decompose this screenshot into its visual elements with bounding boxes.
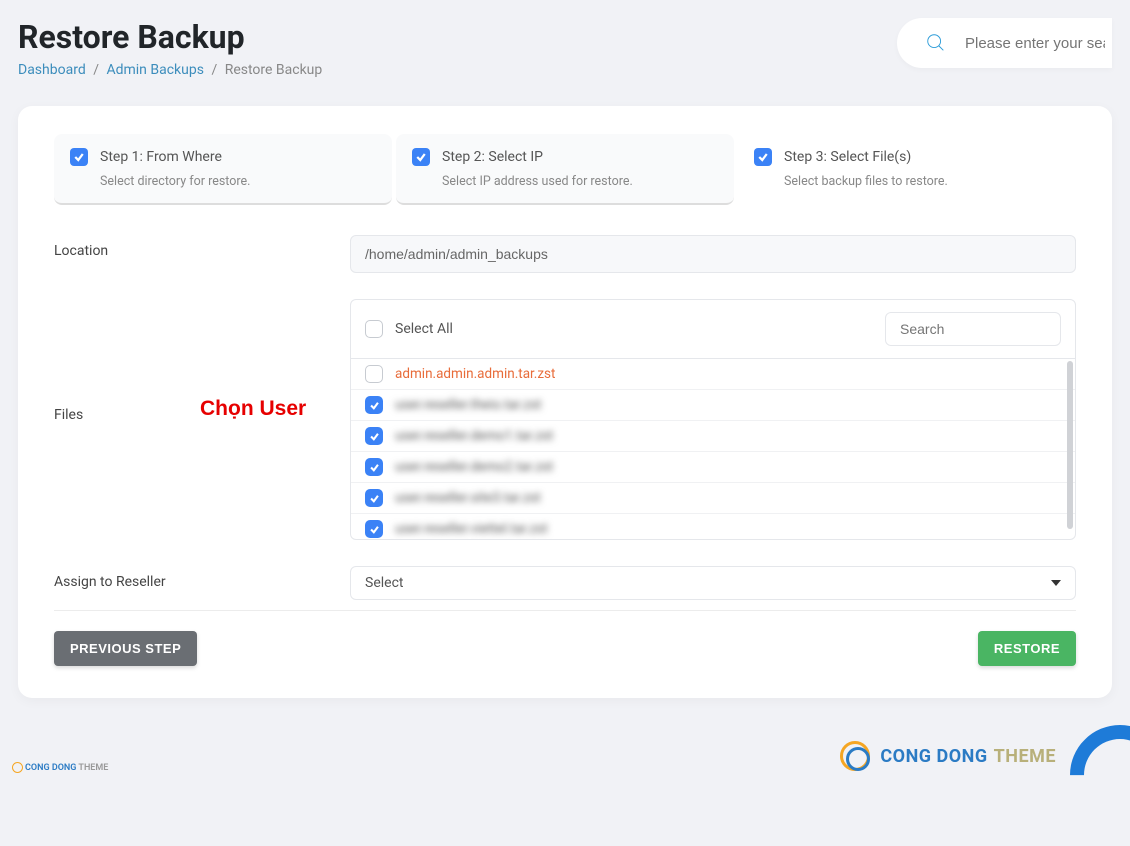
file-search-input[interactable] <box>885 312 1061 346</box>
steps-nav: Step 1: From Where Select directory for … <box>54 134 1076 205</box>
page-title: Restore Backup <box>18 18 322 56</box>
step-desc: Select backup files to restore. <box>784 174 1060 189</box>
global-search[interactable] <box>897 18 1112 68</box>
breadcrumb-admin-backups[interactable]: Admin Backups <box>106 62 203 78</box>
file-row[interactable]: user.reseller.viettel.tar.zst <box>351 514 1075 539</box>
file-row[interactable]: user.reseller.theio.tar.zst <box>351 390 1075 421</box>
files-box: Select All admin.admin.admin.tar.zst use… <box>350 299 1076 540</box>
file-name: user.reseller.demo2.tar.zst <box>395 459 553 475</box>
select-all-label: Select All <box>395 321 453 337</box>
restore-card: Step 1: From Where Select directory for … <box>18 106 1112 698</box>
scrollbar[interactable] <box>1067 361 1073 529</box>
file-name: user.reseller.demo1.tar.zst <box>395 428 553 444</box>
file-row[interactable]: user.reseller.demo2.tar.zst <box>351 452 1075 483</box>
step-2[interactable]: Step 2: Select IP Select IP address used… <box>396 134 734 205</box>
decorative-arc <box>1049 704 1130 845</box>
step-desc: Select IP address used for restore. <box>442 174 718 189</box>
previous-step-button[interactable]: PREVIOUS STEP <box>54 631 197 666</box>
check-icon <box>754 148 772 166</box>
breadcrumb-dashboard[interactable]: Dashboard <box>18 62 86 78</box>
step-title: Step 2: Select IP <box>442 149 543 165</box>
file-checkbox[interactable] <box>365 396 383 414</box>
step-1[interactable]: Step 1: From Where Select directory for … <box>54 134 392 205</box>
file-checkbox[interactable] <box>365 520 383 538</box>
step-title: Step 1: From Where <box>100 149 222 165</box>
file-row[interactable]: user.reseller.site3.tar.zst <box>351 483 1075 514</box>
breadcrumb-current: Restore Backup <box>225 62 323 78</box>
file-checkbox[interactable] <box>365 489 383 507</box>
file-name: user.reseller.theio.tar.zst <box>395 397 541 413</box>
file-list: admin.admin.admin.tar.zst user.reseller.… <box>351 359 1075 539</box>
file-name: user.reseller.site3.tar.zst <box>395 490 541 506</box>
file-name: user.reseller.viettel.tar.zst <box>395 521 548 537</box>
reseller-select[interactable]: Select <box>350 566 1076 600</box>
step-title: Step 3: Select File(s) <box>784 149 911 165</box>
search-icon <box>925 32 947 54</box>
location-input[interactable] <box>350 235 1076 273</box>
reseller-selected: Select <box>365 575 403 591</box>
select-all-checkbox[interactable] <box>365 320 383 338</box>
file-row[interactable]: user.reseller.demo1.tar.zst <box>351 421 1075 452</box>
footer-brand-small: CONG DONG THEME <box>12 762 108 773</box>
reseller-label: Assign to Reseller <box>54 566 350 590</box>
file-name: admin.admin.admin.tar.zst <box>395 366 555 382</box>
file-checkbox[interactable] <box>365 365 383 383</box>
chevron-down-icon <box>1051 580 1061 586</box>
files-label: Files <box>54 407 83 423</box>
file-checkbox[interactable] <box>365 458 383 476</box>
check-icon <box>70 148 88 166</box>
step-desc: Select directory for restore. <box>100 174 376 189</box>
brand-logo-icon <box>840 741 870 771</box>
search-input[interactable] <box>965 35 1105 52</box>
check-icon <box>412 148 430 166</box>
breadcrumb: Dashboard / Admin Backups / Restore Back… <box>18 62 322 78</box>
step-3[interactable]: Step 3: Select File(s) Select backup fil… <box>738 134 1076 205</box>
restore-button[interactable]: RESTORE <box>978 631 1076 666</box>
divider <box>54 610 1076 611</box>
footer-brand: CONG DONG THEME <box>840 741 1056 771</box>
file-checkbox[interactable] <box>365 427 383 445</box>
file-row[interactable]: admin.admin.admin.tar.zst <box>351 359 1075 390</box>
annotation-text: Chọn User <box>200 397 306 421</box>
location-label: Location <box>54 235 350 259</box>
